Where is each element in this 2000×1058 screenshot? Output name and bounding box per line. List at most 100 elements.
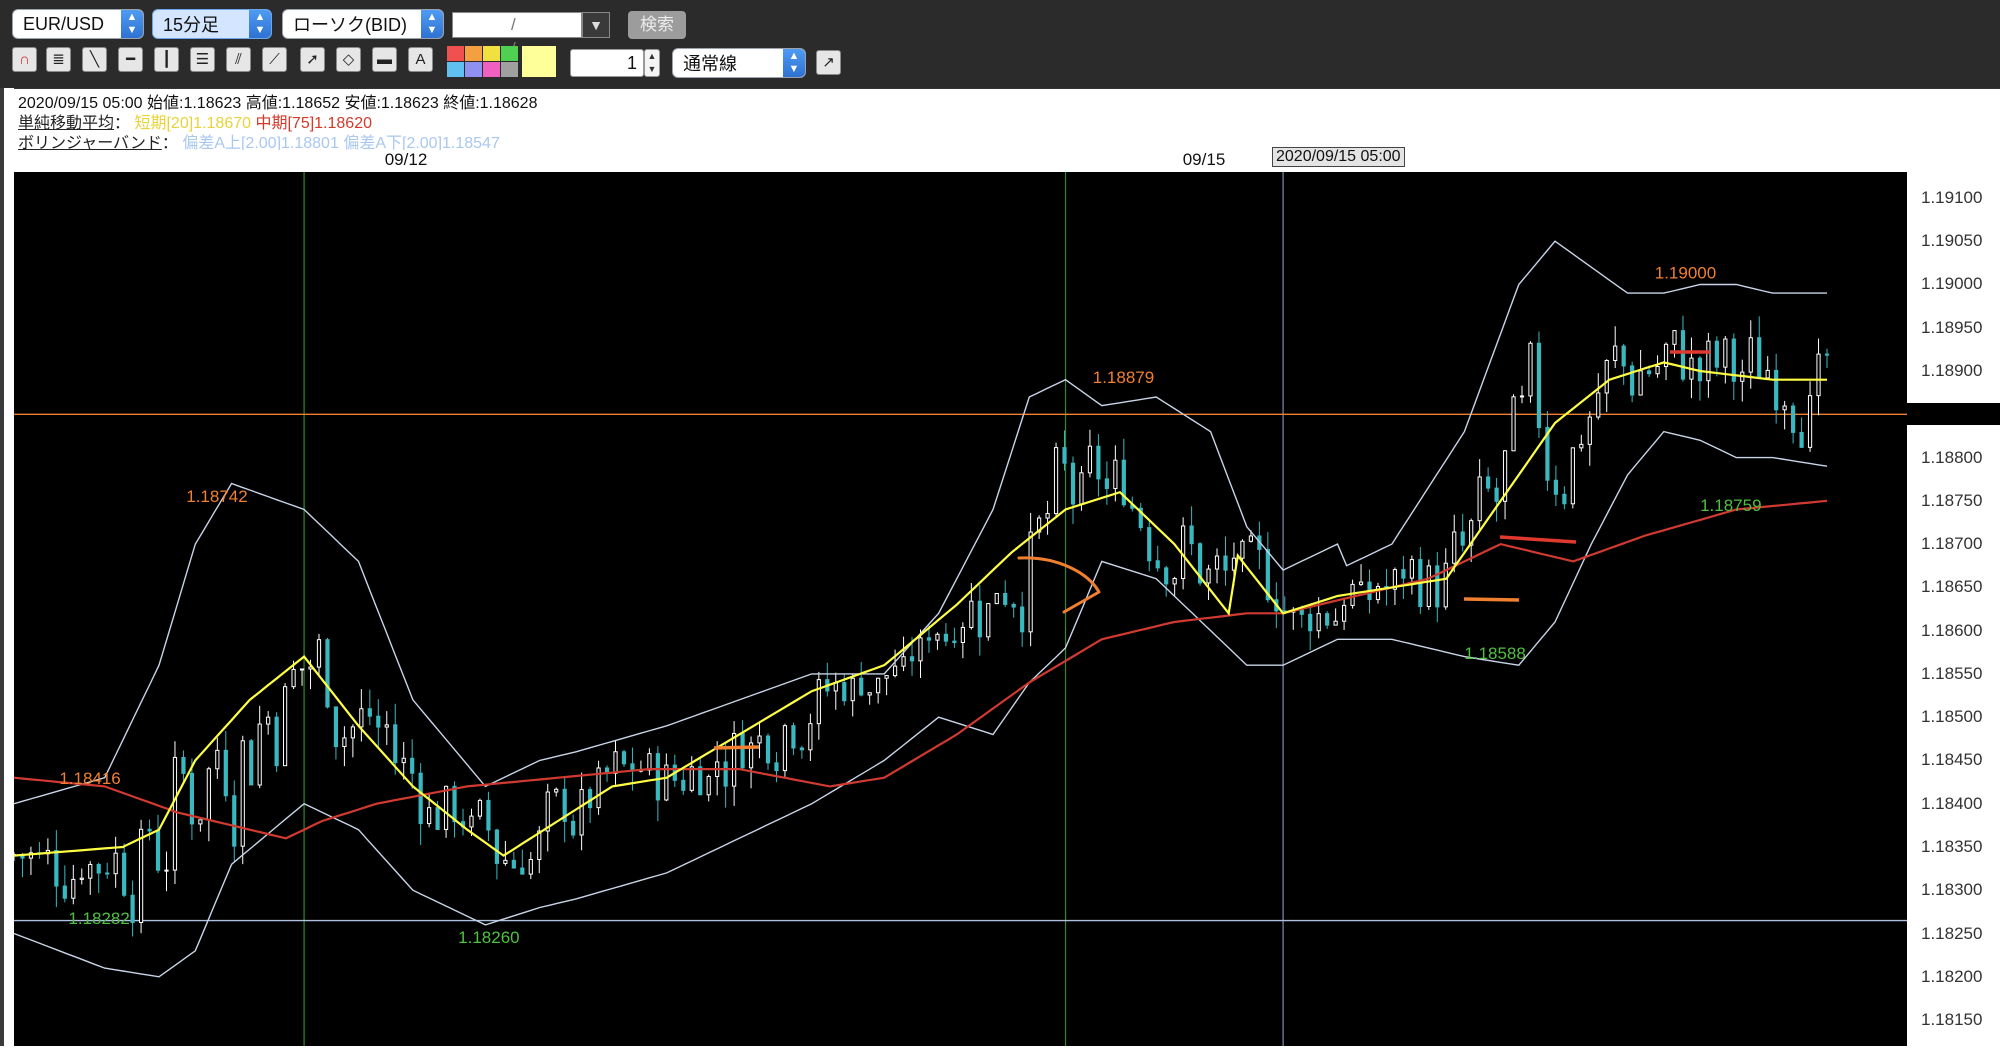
candle-body [1147,527,1152,562]
candle-body [1774,369,1779,411]
price-annotation: 1.18759 [1700,496,1761,515]
line-type-select[interactable]: 通常線 ▲ ▼ [672,48,806,78]
swatch[interactable] [501,46,518,61]
horizontal-line-icon[interactable]: ━ [118,47,143,72]
price-axis: 1.19100 1.19050 1.19000 1.18950 1.18900 1.188… [1907,172,2000,1046]
candle-body [1096,445,1101,480]
selected-color-swatch[interactable] [522,46,556,77]
candle-body [1723,338,1728,368]
candle-body [1240,540,1245,559]
vertical-line-icon[interactable]: ┃ [154,47,179,72]
candle-body [1308,613,1313,632]
chart-type-select[interactable]: ローソク(BID) ▲ ▼ [282,9,444,39]
candle-body [494,829,500,864]
side-tool-strip [0,88,4,1058]
candle-body [283,686,288,767]
candle-body [1562,493,1567,505]
swatch[interactable] [465,62,482,77]
price-annotation: 1.18742 [186,487,247,506]
swatch[interactable] [465,46,482,61]
candle-body [122,852,127,896]
candle-body [1553,479,1558,495]
export-icon[interactable]: ↗ [816,50,841,75]
candle-body [554,788,559,793]
candle-body [1087,445,1093,474]
candle-body [1053,447,1059,515]
pointer-icon[interactable]: ➚ [300,47,325,72]
chevron-updown-icon: ▲ ▼ [783,49,805,77]
candle-body [418,772,423,825]
count-input[interactable]: 1 [570,49,644,77]
candle-body [926,637,932,641]
bar-settings-icon[interactable]: ≣ [46,47,71,72]
pitchfork-icon[interactable]: ⫽ [226,47,251,72]
candle-body [1697,357,1703,382]
fan-icon[interactable]: ⟋ [262,47,287,72]
candle-body [723,761,728,787]
candle-body [1638,370,1643,396]
candle-body [774,762,779,772]
candle-body [427,807,432,825]
swatch[interactable] [501,62,518,77]
candle-body [113,852,118,875]
candle-body [884,675,889,679]
swatch[interactable] [447,62,464,77]
timeframe-select[interactable]: 15分足 ▲ ▼ [152,9,272,39]
info-panel: 2020/09/15 05:00 始値:1.18623 高値:1.18652 安… [14,88,2000,152]
candle-body [1316,613,1321,632]
candle-body [859,677,864,696]
trend-line-icon[interactable]: ╲ [82,47,107,72]
candle-body [1630,365,1635,396]
candle-body [138,828,144,923]
candle-body [1587,416,1592,445]
candle-body [232,795,237,847]
magnet-icon[interactable]: ∩ [12,47,37,72]
color-palette[interactable] [447,46,557,78]
bottom-strip [0,1046,2000,1058]
date-label-0915: 09/15 [1182,150,1226,169]
candle-body [223,749,228,797]
candle-body [952,640,957,643]
candle-body [1435,565,1440,608]
candle-body [799,747,804,751]
candle-body [1486,476,1491,489]
candle-body [105,872,110,875]
candle-body [342,737,347,748]
sma-short-line [14,361,1827,857]
candle-body [1079,472,1084,505]
candle-body [384,724,389,728]
candle-body [1799,431,1804,448]
candle-body [528,859,533,875]
candle-body [1596,392,1601,418]
candle-body [172,756,178,871]
candle-body [198,819,203,825]
text-tool-icon[interactable]: A [408,47,433,72]
eraser-icon[interactable]: ◇ [336,47,361,72]
swatch[interactable] [483,62,500,77]
swatch[interactable] [447,46,464,61]
timeframe-value: 15分足 [163,15,220,35]
fibonacci-icon[interactable]: ☰ [190,47,215,72]
date-dropdown-button[interactable]: ▼ [582,12,610,38]
trash-icon[interactable]: ▬ [372,47,397,72]
candle-body [96,863,101,874]
candle-body [1223,555,1228,571]
price-tick-label: 1.19050 [1921,231,1983,251]
search-button[interactable]: 検索 [628,11,686,39]
date-label-0912: 09/12 [384,150,428,169]
candle-body [876,677,881,694]
price-tick-label: 1.18900 [1921,361,1983,381]
count-stepper[interactable]: ▲ ▼ [644,49,660,77]
currency-pair-select[interactable]: EUR/USD ▲ ▼ [12,9,144,39]
swatch[interactable] [483,46,500,61]
candle-body [1062,447,1067,464]
candle-body [71,878,76,899]
date-input[interactable]: / / [452,12,582,58]
toolbar: EUR/USD ▲▼ 15分足 ▲▼ ローソク(BID) ▲▼ / / ▼ 検索… [0,0,2000,88]
chart-type-value: ローソク(BID) [293,15,407,35]
candle-body [1460,531,1465,546]
chevron-updown-icon: ▲ ▼ [121,10,143,38]
candle-body [1248,535,1254,542]
price-chart[interactable]: 1.18742 1.18416 1.18282 1.18260 1.18879 1.185… [14,172,1907,1046]
candle-body [969,600,974,628]
